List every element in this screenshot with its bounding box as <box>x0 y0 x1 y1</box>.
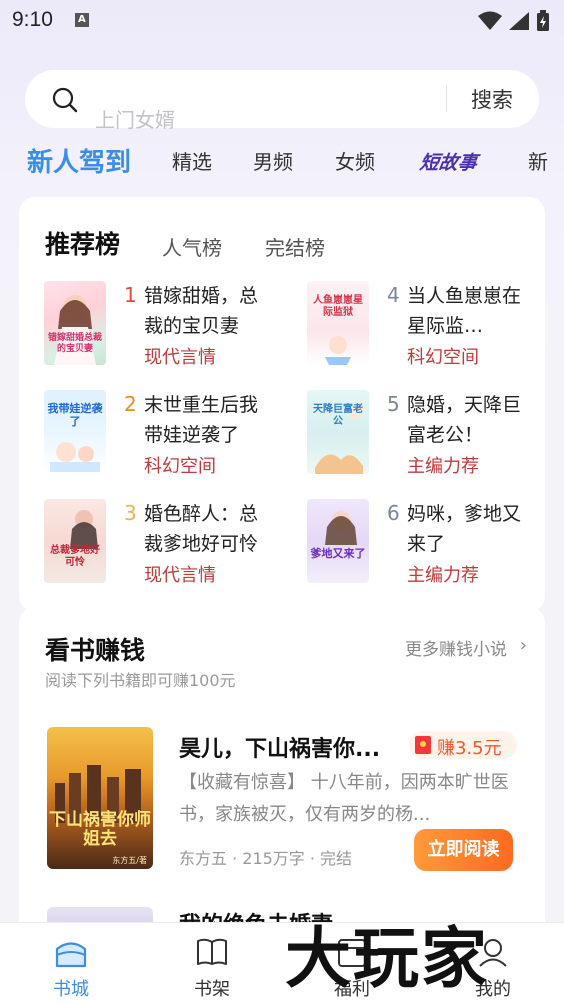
cover-text: 爹地又来了 <box>310 547 366 560</box>
rank-number: 1 <box>124 283 137 307</box>
earn-subtitle: 阅读下列书籍即可赚100元 <box>45 671 236 690</box>
book-genre: 现代言情 <box>144 347 216 368</box>
status-bar: 9:10 A <box>0 0 564 40</box>
chevron-right-icon[interactable]: › <box>520 635 527 656</box>
watermark: 大玩家 <box>285 919 489 997</box>
search-icon <box>52 87 78 113</box>
status-indicators <box>478 10 550 32</box>
earn-more-link[interactable]: 更多赚钱小说 <box>405 635 507 660</box>
search-button[interactable]: 搜索 <box>471 84 513 114</box>
rank-number: 4 <box>387 283 400 307</box>
book-title[interactable]: 昊儿，下山祸害你... <box>179 731 380 763</box>
book-cover: 我带娃逆袭了 <box>44 390 106 474</box>
book-title: 婚色醉人：总裁爹地好可怜 <box>144 503 259 555</box>
signal-icon <box>509 12 529 30</box>
book-title: 末世重生后我带娃逆袭了 <box>144 394 259 446</box>
rank-number: 6 <box>387 501 400 525</box>
cover-text: 人鱼崽崽星际监狱 <box>313 295 363 318</box>
earn-title: 看书赚钱 <box>45 636 146 665</box>
book-genre: 主编力荐 <box>407 456 479 477</box>
cover-text: 下山祸害你师姐去 <box>49 810 151 849</box>
cover-art-figure <box>70 510 98 549</box>
red-envelope-icon <box>415 736 431 754</box>
nav-bookshelf[interactable]: 书架 <box>157 923 267 1004</box>
rank-number: 3 <box>124 501 137 525</box>
cover-art-figure <box>325 511 357 545</box>
search-bar[interactable]: 上门女婿 搜索 <box>25 70 539 132</box>
search-divider <box>446 86 447 112</box>
nav-label: 书架 <box>194 979 230 1000</box>
ranking-item[interactable]: 爹地又来了 6 妈咪，爹地又来了 主编力荐 <box>307 499 547 591</box>
ranking-item[interactable]: 我带娃逆袭了 2 末世重生后我带娃逆袭了 科幻空间 <box>44 390 284 482</box>
cover-art-figure <box>315 405 363 474</box>
book-icon <box>197 938 227 965</box>
read-now-button[interactable]: 立即阅读 <box>414 829 513 871</box>
search-placeholder[interactable]: 上门女婿 <box>95 104 175 133</box>
book-cover: 错嫁甜婚总裁的宝贝妻 <box>44 281 106 365</box>
status-time: 9:10 <box>12 8 53 31</box>
book-cover: 人鱼崽崽星际监狱 <box>307 281 369 365</box>
cover-art-figure <box>325 336 351 365</box>
rank-number: 2 <box>124 392 137 416</box>
book-description: 【收藏有惊喜】 十八年前，因两本旷世医书，家族被灭，仅有两岁的杨... <box>179 772 509 825</box>
notification-a-icon: A <box>74 13 89 27</box>
reward-text: 赚3.5元 <box>437 738 502 759</box>
book-title: 错嫁甜婚，总裁的宝贝妻 <box>144 285 259 337</box>
ranking-tab-recommended[interactable]: 推荐榜 <box>45 225 120 261</box>
book-genre: 现代言情 <box>144 565 216 586</box>
cover-text: 总裁爹地好可怜 <box>50 545 100 568</box>
book-genre: 科幻空间 <box>144 456 216 477</box>
book-title: 当人鱼崽崽在星际监… <box>407 285 522 337</box>
tab-featured[interactable]: 精选 <box>172 146 212 175</box>
cover-text: 天降巨富老公 <box>313 404 363 427</box>
book-cover: 爹地又来了 <box>307 499 369 583</box>
cover-text: 我带娃逆袭了 <box>47 402 103 428</box>
nav-label: 书城 <box>53 979 89 1000</box>
tab-male[interactable]: 男频 <box>253 146 293 175</box>
book-genre: 科幻空间 <box>407 347 479 368</box>
ranking-item[interactable]: 天降巨富老公 5 隐婚，天降巨富老公！ 主编力荐 <box>307 390 547 482</box>
reward-badge: 赚3.5元 <box>409 731 517 759</box>
book-genre: 主编力荐 <box>407 565 479 586</box>
bookstore-icon <box>55 942 87 968</box>
tab-new[interactable]: 新 <box>528 146 548 175</box>
tab-short-story[interactable]: 短故事 <box>418 148 479 175</box>
ranking-item[interactable]: 错嫁甜婚总裁的宝贝妻 1 错嫁甜婚，总裁的宝贝妻 现代言情 <box>44 281 284 373</box>
book-meta: 东方五 · 215万字 · 完结 <box>179 849 353 868</box>
book-cover[interactable]: 下山祸害你师姐去 东方五/著 <box>47 727 153 869</box>
ranking-item[interactable]: 人鱼崽崽星际监狱 4 当人鱼崽崽在星际监… 科幻空间 <box>307 281 547 373</box>
cover-author: 东方五/著 <box>112 856 147 865</box>
rank-number: 5 <box>387 392 400 416</box>
book-cover: 天降巨富老公 <box>307 390 369 474</box>
ranking-tab-popular[interactable]: 人气榜 <box>162 232 222 261</box>
ranking-item[interactable]: 总裁爹地好可怜 3 婚色醉人：总裁爹地好可怜 现代言情 <box>44 499 284 591</box>
ranking-card: 推荐榜 人气榜 完结榜 错嫁甜婚总裁的宝贝妻 1 错嫁甜婚，总裁的宝贝妻 现代言… <box>19 197 545 612</box>
wifi-icon <box>478 11 502 30</box>
book-title: 隐婚，天降巨富老公！ <box>407 394 522 446</box>
book-cover: 总裁爹地好可怜 <box>44 499 106 583</box>
tab-female[interactable]: 女频 <box>335 146 375 175</box>
nav-bookstore[interactable]: 书城 <box>16 923 126 1004</box>
book-title: 妈咪，爹地又来了 <box>407 503 522 555</box>
earn-card: 看书赚钱 更多赚钱小说 › 阅读下列书籍即可赚100元 下山祸害你师姐去 东方五… <box>19 607 545 937</box>
battery-icon <box>537 10 549 31</box>
tab-newcomer[interactable]: 新人驾到 <box>27 142 131 179</box>
ranking-tab-completed[interactable]: 完结榜 <box>265 232 325 261</box>
cover-text: 错嫁甜婚总裁的宝贝妻 <box>47 333 102 354</box>
channel-tabs: 新人驾到 精选 男频 女频 短故事 新 <box>0 140 564 184</box>
